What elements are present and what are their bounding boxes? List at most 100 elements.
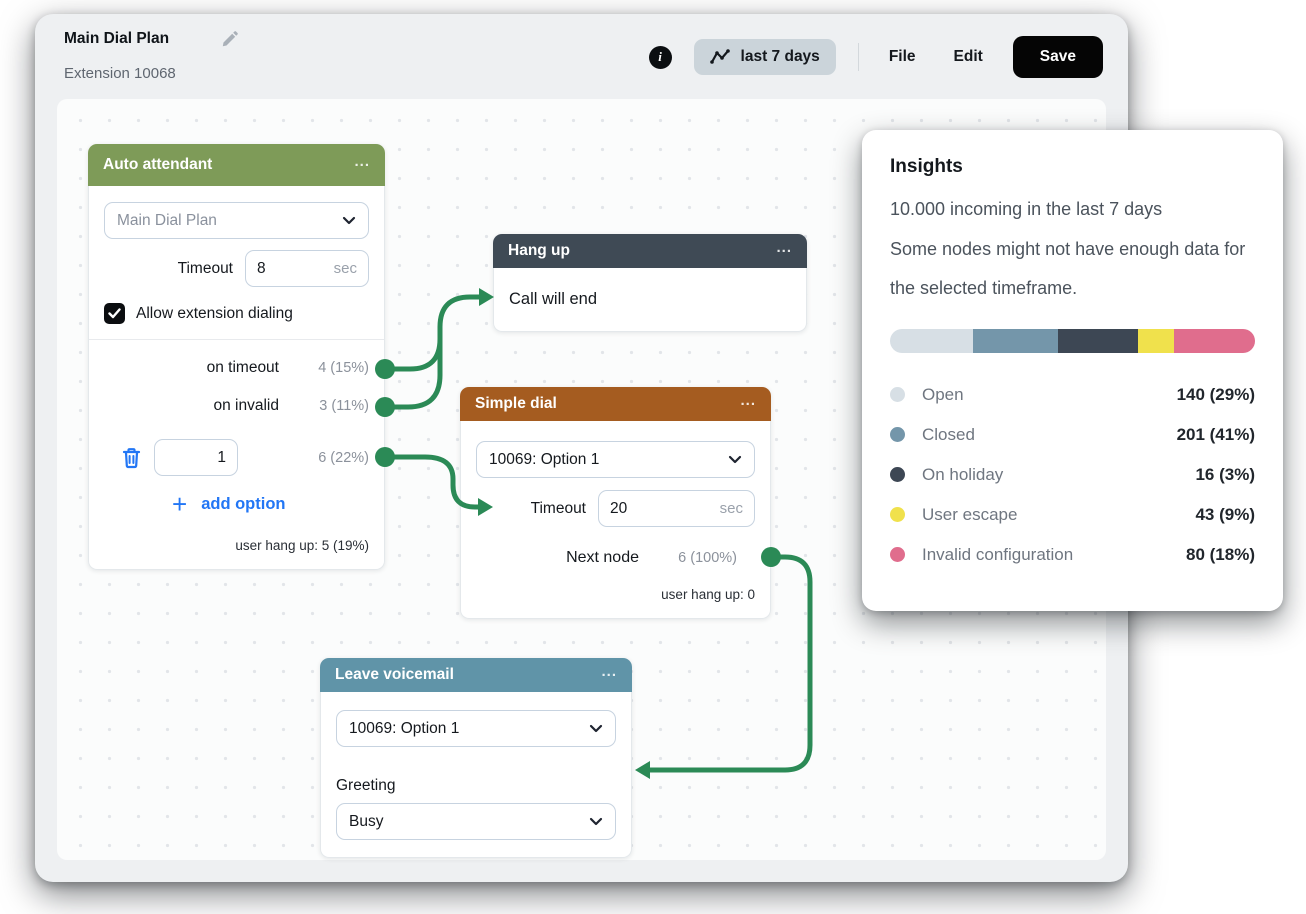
legend-row-user-escape: User escape 43 (9%)	[890, 495, 1255, 535]
dial-plan-select[interactable]: Main Dial Plan	[104, 202, 369, 239]
next-node-row: Next node 6 (100%)	[476, 543, 755, 573]
on-invalid-label: on invalid	[214, 397, 280, 415]
more-options-icon[interactable]: ...	[601, 672, 617, 678]
hangup-stat-footer: user hang up: 0	[476, 587, 755, 602]
bar-segment-open	[890, 329, 973, 353]
save-button[interactable]: Save	[1013, 36, 1103, 78]
node-title: Hang up	[508, 242, 570, 260]
legend-value: 43 (9%)	[1195, 505, 1255, 525]
page-title: Main Dial Plan	[64, 30, 169, 48]
insights-stacked-bar	[890, 329, 1255, 353]
checkmark-icon	[108, 308, 121, 319]
legend-value: 80 (18%)	[1186, 545, 1255, 565]
edit-title-pencil-icon[interactable]	[220, 29, 240, 49]
timeout-input[interactable]	[257, 260, 328, 278]
timeout-field: sec	[598, 490, 755, 527]
timeout-label: Timeout	[531, 500, 586, 518]
next-node-label: Next node	[566, 549, 639, 567]
insights-legend: Open 140 (29%) Closed 201 (41%) On holid…	[890, 375, 1255, 575]
legend-row-closed: Closed 201 (41%)	[890, 415, 1255, 455]
edit-menu[interactable]: Edit	[946, 42, 991, 72]
timeout-unit: sec	[334, 260, 357, 277]
legend-label: Closed	[922, 425, 1177, 445]
legend-value: 140 (29%)	[1177, 385, 1255, 405]
trend-chart-icon	[710, 49, 731, 65]
option-key-input[interactable]	[166, 449, 226, 467]
info-icon[interactable]: i	[649, 46, 672, 69]
timeout-label: Timeout	[178, 260, 233, 278]
voicemail-box-select[interactable]: 10069: Option 1	[336, 710, 616, 747]
hang-up-body-text: Call will end	[509, 290, 597, 309]
option-stat: 6 (22%)	[250, 450, 369, 466]
node-title: Simple dial	[475, 395, 557, 413]
legend-label: On holiday	[922, 465, 1195, 485]
chevron-down-icon	[589, 817, 603, 826]
legend-label: Open	[922, 385, 1177, 405]
more-options-icon[interactable]: ...	[776, 248, 792, 254]
chevron-down-icon	[728, 455, 742, 464]
node-auto-attendant-header: Auto attendant ...	[88, 144, 385, 186]
allow-extension-checkbox[interactable]	[104, 303, 125, 324]
insights-line2: Some nodes might not have enough data fo…	[890, 230, 1255, 309]
legend-row-invalid-configuration: Invalid configuration 80 (18%)	[890, 535, 1255, 575]
legend-dot-user-escape	[890, 507, 905, 522]
arrowhead-voicemail	[635, 761, 650, 779]
node-title: Leave voicemail	[335, 666, 454, 684]
legend-row-open: Open 140 (29%)	[890, 375, 1255, 415]
node-leave-voicemail[interactable]: Leave voicemail ... 10069: Option 1 Gree…	[320, 658, 632, 858]
arrowhead-hangup	[479, 288, 494, 306]
bar-segment-closed	[973, 329, 1058, 353]
node-leave-voicemail-header: Leave voicemail ...	[320, 658, 632, 692]
wire-on-invalid-to-hangup	[385, 337, 440, 407]
chevron-down-icon	[342, 216, 356, 225]
on-invalid-stat: 3 (11%)	[291, 398, 369, 414]
plus-icon: +	[172, 494, 187, 514]
dial-plan-select-value: Main Dial Plan	[117, 212, 342, 230]
file-menu[interactable]: File	[881, 42, 924, 72]
chevron-down-icon	[589, 724, 603, 733]
on-invalid-row: on invalid 3 (11%)	[104, 391, 369, 421]
extension-select[interactable]: 10069: Option 1	[476, 441, 755, 478]
node-divider	[89, 339, 384, 340]
voicemail-box-select-value: 10069: Option 1	[349, 720, 589, 738]
option-row: 6 (22%)	[104, 439, 369, 476]
node-simple-dial[interactable]: Simple dial ... 10069: Option 1 Timeout …	[460, 387, 771, 619]
timeout-input[interactable]	[610, 500, 714, 518]
extension-subtitle: Extension 10068	[64, 65, 176, 82]
add-option-button[interactable]: + add option	[172, 494, 369, 514]
legend-label: Invalid configuration	[922, 545, 1186, 565]
bar-segment-invalid-configuration	[1174, 329, 1255, 353]
bar-segment-on-holiday	[1058, 329, 1138, 353]
hangup-stat-footer: user hang up: 5 (19%)	[104, 538, 369, 553]
on-timeout-label: on timeout	[207, 359, 279, 377]
on-timeout-row: on timeout 4 (15%)	[104, 353, 369, 383]
more-options-icon[interactable]: ...	[740, 401, 756, 407]
wire-on-timeout-to-hangup	[385, 297, 481, 369]
node-simple-dial-header: Simple dial ...	[460, 387, 771, 421]
greeting-select-value: Busy	[349, 813, 589, 831]
greeting-select[interactable]: Busy	[336, 803, 616, 840]
extension-select-value: 10069: Option 1	[489, 451, 728, 469]
insights-panel: Insights 10.000 incoming in the last 7 d…	[862, 130, 1283, 611]
legend-value: 16 (3%)	[1195, 465, 1255, 485]
more-options-icon[interactable]: ...	[354, 162, 370, 168]
delete-option-trash-icon[interactable]	[121, 447, 142, 469]
header-actions: i last 7 days File Edit Save	[649, 14, 1103, 100]
node-hang-up[interactable]: Hang up ... Call will end	[493, 234, 807, 332]
timeout-field: sec	[245, 250, 369, 287]
timeout-unit: sec	[720, 500, 743, 517]
legend-dot-on-holiday	[890, 467, 905, 482]
legend-dot-invalid-configuration	[890, 547, 905, 562]
timeframe-button[interactable]: last 7 days	[694, 39, 836, 75]
node-title: Auto attendant	[103, 156, 212, 174]
bar-segment-user-escape	[1138, 329, 1173, 353]
next-node-stat: 6 (100%)	[659, 550, 737, 566]
legend-value: 201 (41%)	[1177, 425, 1255, 445]
legend-row-on-holiday: On holiday 16 (3%)	[890, 455, 1255, 495]
header-bar: Main Dial Plan Extension 10068 i last 7 …	[35, 14, 1128, 100]
on-timeout-stat: 4 (15%)	[291, 360, 369, 376]
node-auto-attendant[interactable]: Auto attendant ... Main Dial Plan Timeou…	[88, 144, 385, 570]
header-divider	[858, 43, 859, 71]
add-option-label: add option	[201, 495, 285, 514]
insights-title: Insights	[890, 156, 1255, 178]
